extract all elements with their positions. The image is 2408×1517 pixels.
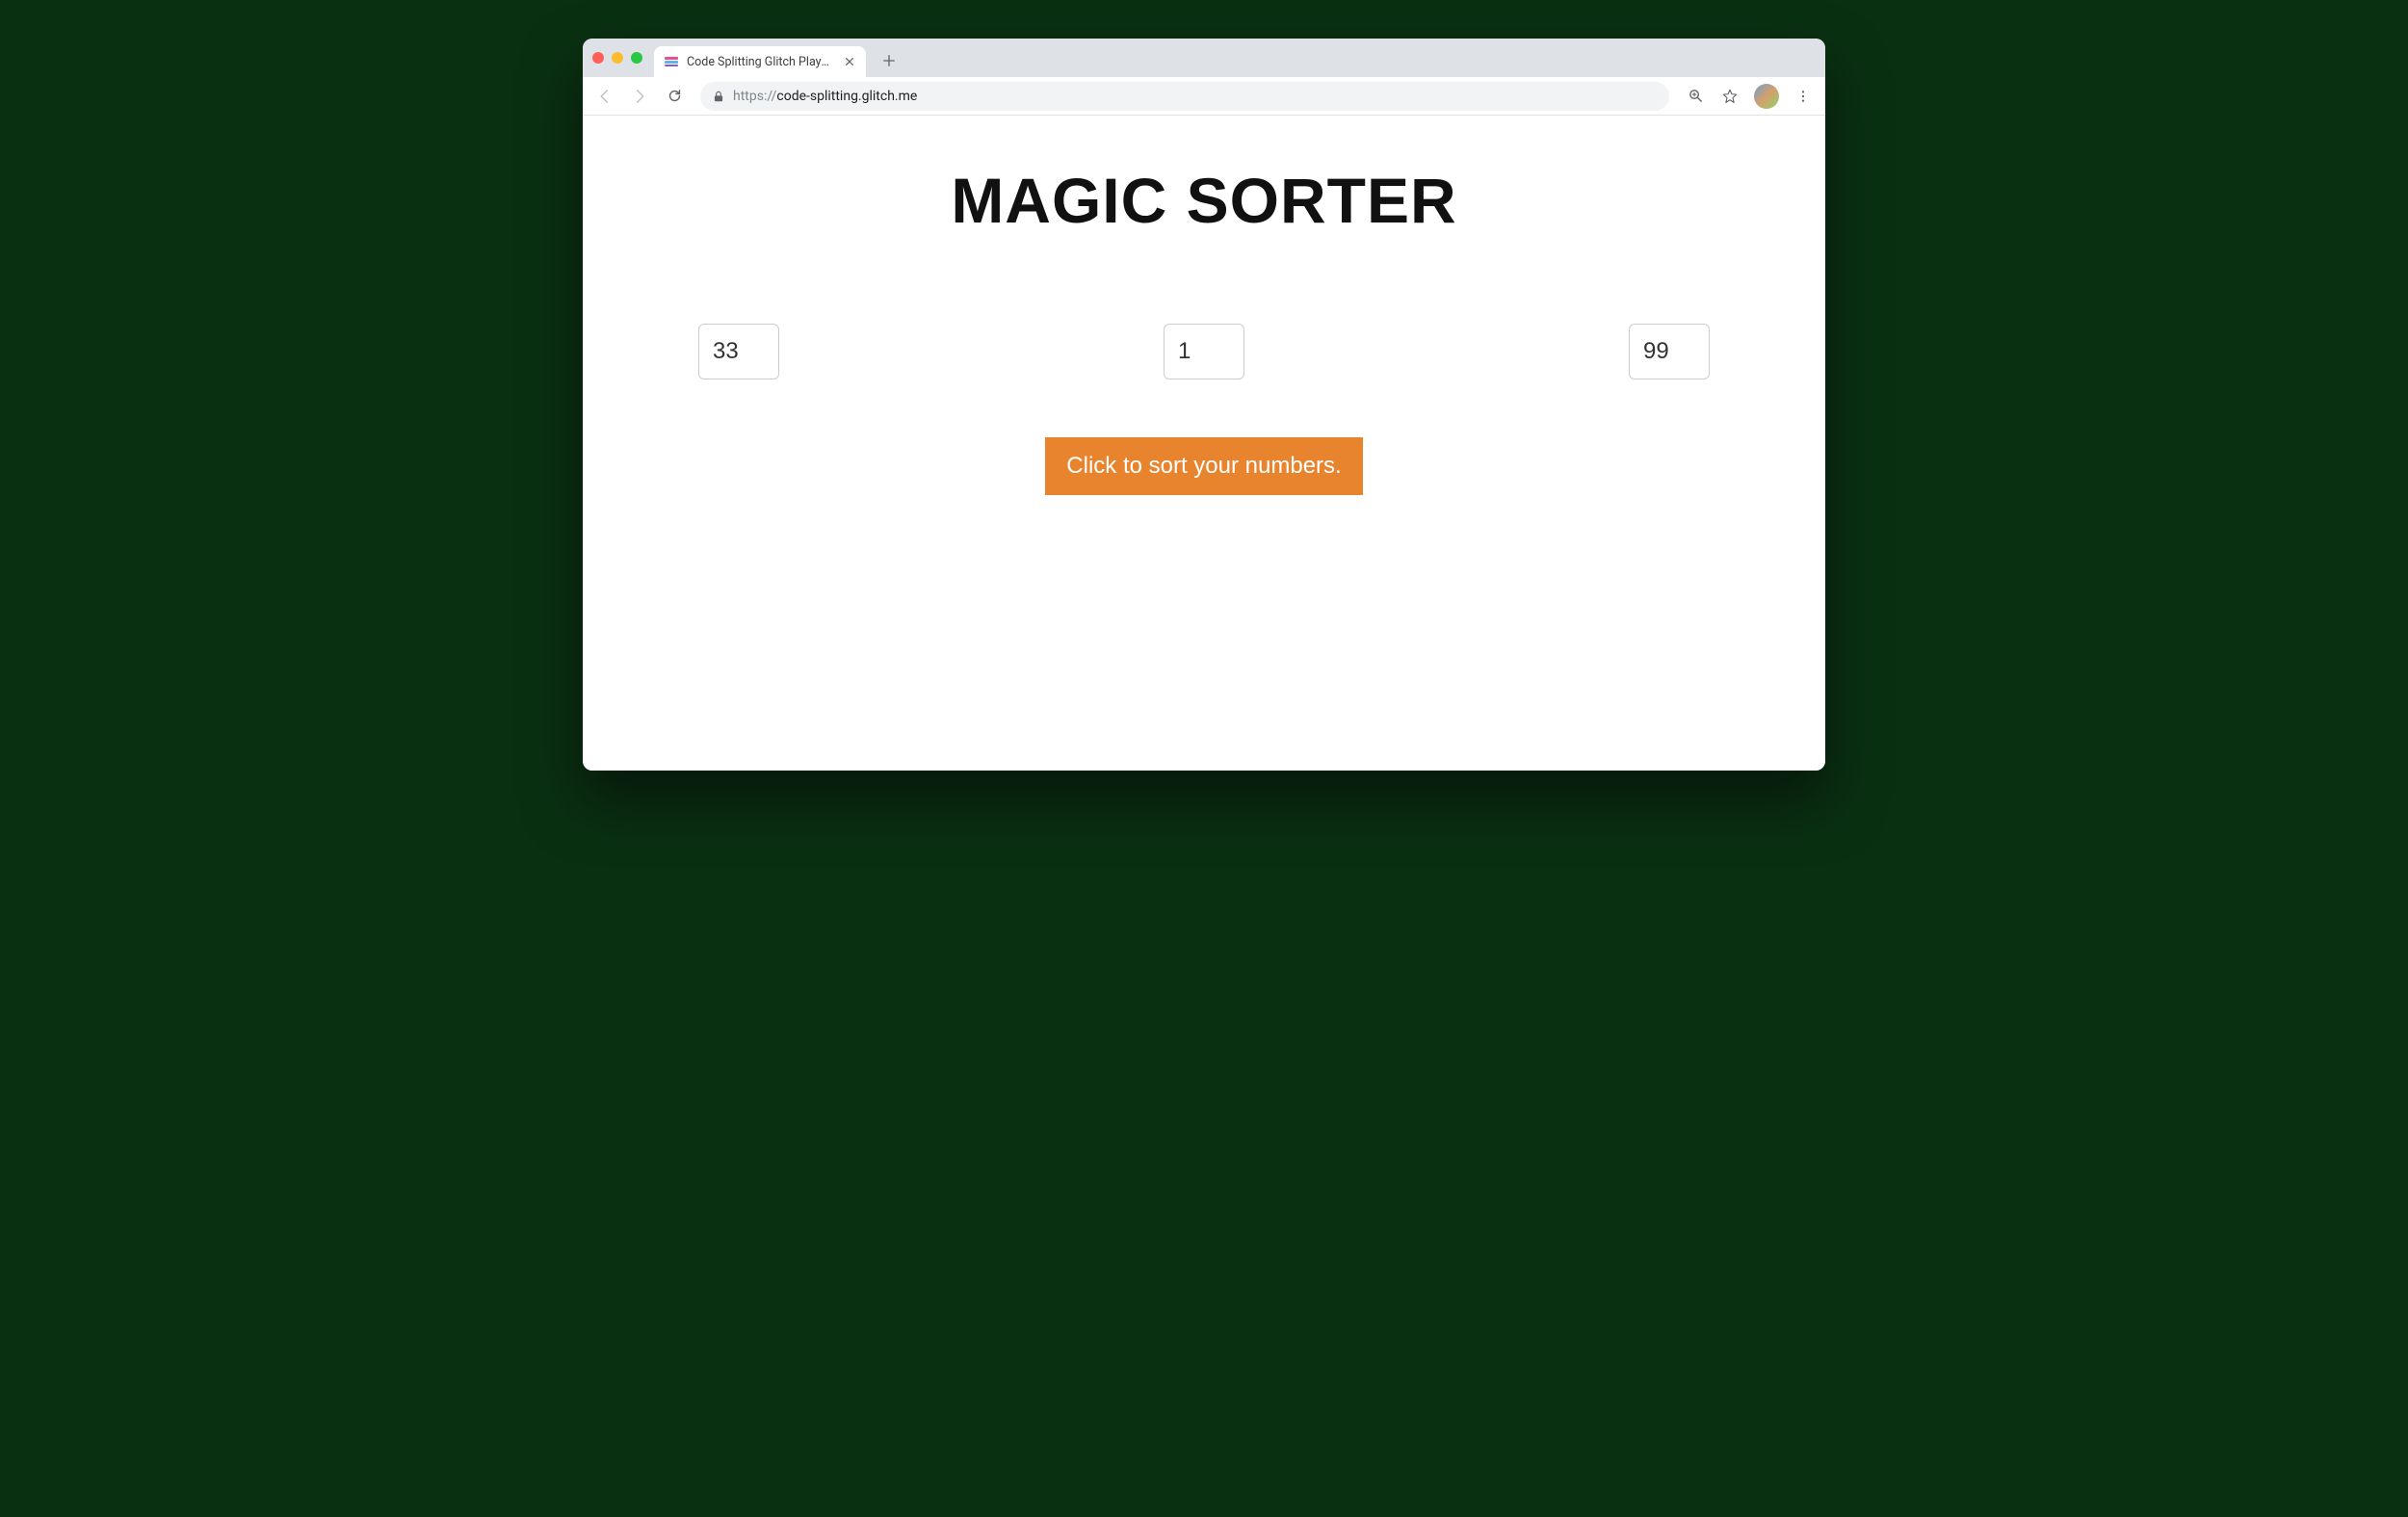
reload-button[interactable] — [660, 82, 689, 111]
forward-button[interactable] — [625, 82, 654, 111]
window-controls — [592, 52, 642, 64]
number-input-2[interactable] — [1164, 324, 1244, 379]
browser-window: Code Splitting Glitch Playgroun https://… — [583, 39, 1825, 771]
url-text: https://code-splitting.glitch.me — [733, 89, 1658, 104]
browser-tab[interactable]: Code Splitting Glitch Playgroun — [654, 46, 866, 77]
favicon-icon — [664, 54, 679, 69]
zoom-button[interactable] — [1681, 82, 1710, 111]
number-input-3[interactable] — [1629, 324, 1710, 379]
close-window-button[interactable] — [592, 52, 604, 64]
page-title: MAGIC SORTER — [679, 164, 1729, 237]
sort-button[interactable]: Click to sort your numbers. — [1045, 437, 1362, 495]
maximize-window-button[interactable] — [631, 52, 642, 64]
page-viewport: MAGIC SORTER Click to sort your numbers. — [583, 116, 1825, 771]
address-bar[interactable]: https://code-splitting.glitch.me — [700, 82, 1669, 111]
profile-avatar[interactable] — [1754, 84, 1779, 109]
close-tab-button[interactable] — [843, 55, 856, 68]
url-protocol: https:// — [733, 89, 776, 104]
minimize-window-button[interactable] — [612, 52, 623, 64]
bookmark-button[interactable] — [1715, 82, 1744, 111]
new-tab-button[interactable] — [876, 47, 903, 74]
nav-bar: https://code-splitting.glitch.me — [583, 77, 1825, 116]
url-host: code-splitting.glitch.me — [776, 89, 917, 104]
number-inputs-row — [698, 324, 1710, 379]
back-button[interactable] — [590, 82, 619, 111]
lock-icon — [712, 90, 725, 103]
number-input-1[interactable] — [698, 324, 779, 379]
tab-bar: Code Splitting Glitch Playgroun — [583, 39, 1825, 77]
menu-button[interactable] — [1789, 82, 1818, 111]
tab-title: Code Splitting Glitch Playgroun — [687, 55, 835, 69]
